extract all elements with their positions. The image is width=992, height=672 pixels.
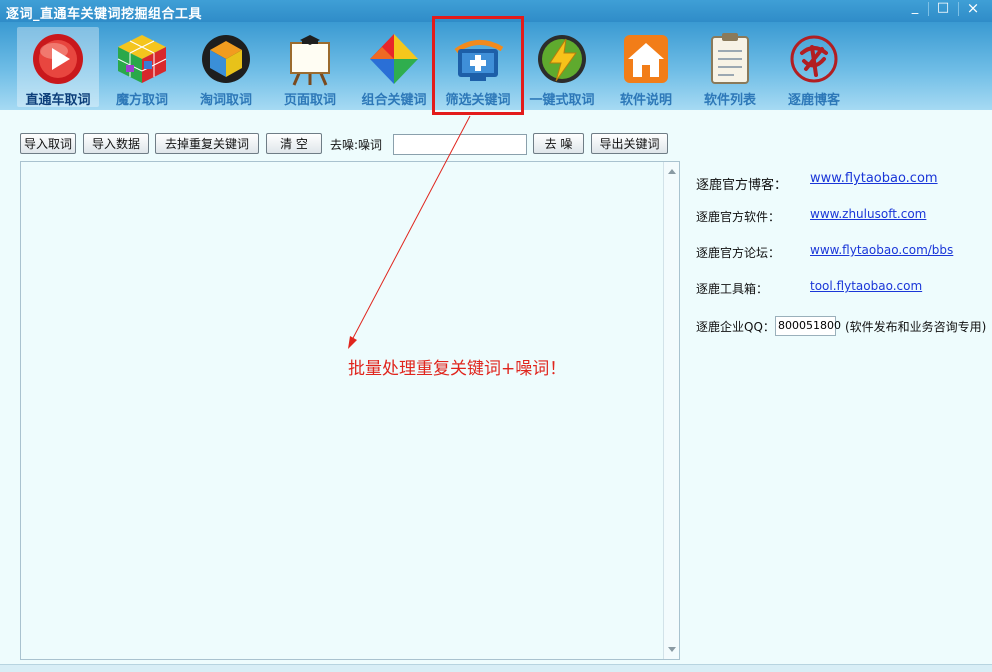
cube-3d-icon: [202, 35, 250, 83]
noise-words-label: 去噪:噪词: [330, 138, 383, 152]
tool-label: 魔方取词: [115, 93, 168, 108]
window-title: 逐词_直通车关键词挖掘组合工具: [6, 7, 203, 22]
colorful-diamond-icon: [370, 34, 418, 84]
titlebar-separator: [928, 2, 929, 16]
remove-duplicates-button[interactable]: 去掉重复关键词: [155, 133, 259, 154]
tool-label: 软件列表: [703, 93, 756, 108]
clear-button[interactable]: 清 空: [266, 133, 322, 154]
tool-combine-keywords[interactable]: 组合关键词: [353, 27, 435, 108]
scroll-up-icon[interactable]: [668, 169, 676, 174]
tool-label: 组合关键词: [361, 93, 427, 108]
monitor-plus-icon: [454, 40, 504, 81]
software-link[interactable]: www.zhulusoft.com: [810, 207, 926, 221]
tool-zhulu-blog[interactable]: 逐鹿博客: [773, 27, 855, 108]
tool-label: 直通车取词: [25, 93, 91, 108]
software-label: 逐鹿官方软件：: [696, 210, 781, 224]
noise-words-input[interactable]: [393, 134, 527, 155]
tool-label: 一键式取词: [529, 93, 595, 108]
qq-number-field[interactable]: 800051800: [775, 316, 841, 336]
tool-page-words[interactable]: 页面取词: [269, 27, 351, 108]
blog-label: 逐鹿官方博客：: [696, 178, 788, 193]
tool-one-click-words[interactable]: 一键式取词: [521, 27, 603, 108]
toolbox-label: 逐鹿工具箱：: [696, 282, 769, 296]
blog-link[interactable]: www.flytaobao.com: [810, 171, 938, 186]
minimize-button[interactable]: _: [902, 0, 928, 18]
import-words-button[interactable]: 导入取词: [20, 133, 76, 154]
forum-link[interactable]: www.flytaobao.com/bbs: [810, 243, 953, 257]
close-button[interactable]: ×: [960, 0, 986, 18]
annotation-text: 批量处理重复关键词+噪词！: [348, 359, 567, 379]
denoise-button[interactable]: 去 噪: [533, 133, 584, 154]
tool-software-help[interactable]: 软件说明: [605, 27, 687, 108]
maximize-button[interactable]: □: [930, 0, 956, 18]
title-bar: 逐词_直通车关键词挖掘组合工具 _ □ ×: [0, 0, 992, 22]
easel-board-icon: [290, 35, 330, 86]
export-keywords-button[interactable]: 导出关键词: [591, 133, 668, 154]
seal-logo-icon: [790, 35, 838, 83]
main-toolbar: 直通车取词 魔方取词 淘词取词 页面取词 组合关键词 筛选关键词 一键式取词 软…: [0, 22, 992, 110]
home-icon: [624, 35, 668, 83]
qq-label: 逐鹿企业QQ：: [696, 320, 775, 334]
keyword-text-area[interactable]: [20, 161, 680, 660]
tool-label: 淘词取词: [199, 93, 252, 108]
tool-label: 筛选关键词: [445, 93, 511, 108]
tool-label: 页面取词: [283, 93, 336, 108]
red-play-disc-icon: [33, 34, 83, 84]
tool-label: 软件说明: [619, 93, 672, 108]
tool-mofang-words[interactable]: 魔方取词: [101, 27, 183, 108]
lightning-icon: [538, 35, 586, 83]
forum-label: 逐鹿官方论坛：: [696, 246, 781, 260]
scroll-down-icon[interactable]: [668, 647, 676, 652]
vertical-scrollbar[interactable]: [663, 162, 679, 659]
status-strip: [0, 664, 992, 672]
tool-ztc-words[interactable]: 直通车取词: [17, 27, 99, 108]
toolbox-link[interactable]: tool.flytaobao.com: [810, 279, 922, 293]
rubik-cube-icon: [117, 35, 167, 83]
tool-label: 逐鹿博客: [787, 93, 840, 108]
import-data-button[interactable]: 导入数据: [83, 133, 149, 154]
notepad-icon: [711, 33, 749, 84]
tool-filter-keywords[interactable]: 筛选关键词: [437, 27, 519, 108]
tool-taoci-words[interactable]: 淘词取词: [185, 27, 267, 108]
titlebar-separator: [958, 2, 959, 16]
qq-note: (软件发布和业务咨询专用): [845, 320, 987, 334]
tool-software-list[interactable]: 软件列表: [689, 27, 771, 108]
